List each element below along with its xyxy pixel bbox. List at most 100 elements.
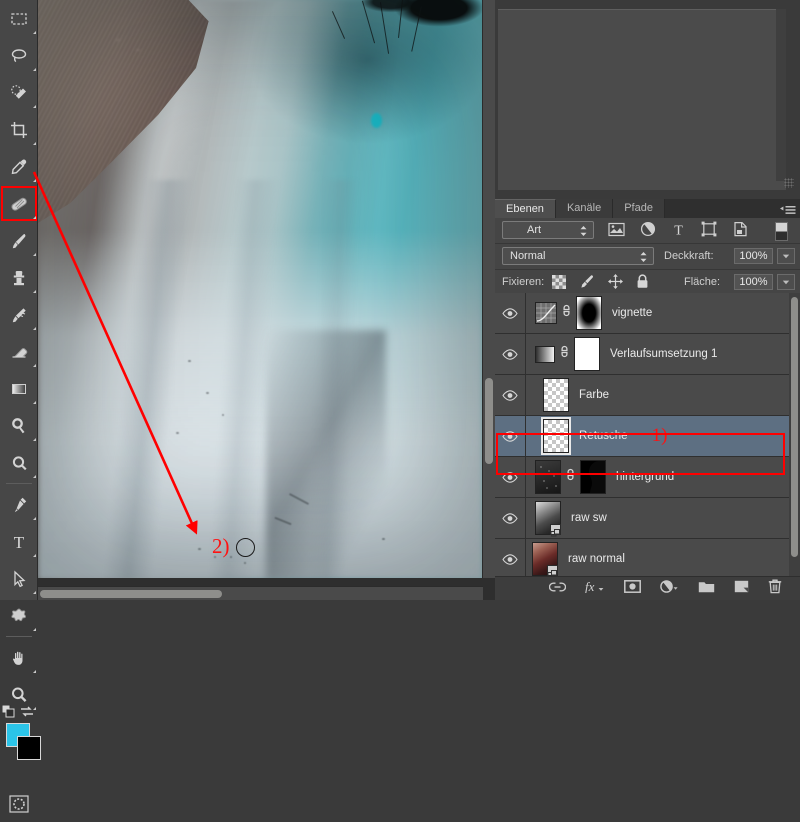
clone-stamp-tool[interactable] <box>0 259 38 296</box>
rectangular-marquee-tool[interactable] <box>0 0 38 37</box>
lock-image-icon[interactable] <box>579 274 595 294</box>
smart-object-filter-icon[interactable] <box>732 221 748 242</box>
history-brush-tool[interactable] <box>0 296 38 333</box>
layer-style-fx-icon[interactable]: fx <box>585 579 605 598</box>
layer-visibility-toggle[interactable] <box>495 416 526 456</box>
svg-text:T: T <box>674 224 683 238</box>
blur-tool[interactable] <box>0 444 38 481</box>
layer-visibility-toggle[interactable] <box>495 375 526 415</box>
panel-tab-strip: Ebenen Kanäle Pfade <box>495 199 800 218</box>
add-layer-mask-icon[interactable] <box>624 579 641 598</box>
curves-adjustment-thumbnail[interactable] <box>535 302 557 324</box>
adjustment-layer-filter-icon[interactable] <box>640 221 656 242</box>
collapsed-upper-panel[interactable] <box>495 0 800 196</box>
layer-thumbnails[interactable] <box>535 296 602 330</box>
swap-colors-icon[interactable] <box>20 705 34 723</box>
eraser-tool[interactable] <box>0 333 38 370</box>
link-layers-icon[interactable] <box>548 580 567 598</box>
table-row-selected[interactable]: Retusche 1) <box>495 416 800 457</box>
layer-thumbnails[interactable] <box>541 417 571 455</box>
delete-layer-icon[interactable] <box>768 579 782 599</box>
crop-tool[interactable] <box>0 111 38 148</box>
opacity-value[interactable]: 100% <box>734 248 773 264</box>
photo-bw-smartobject-thumbnail[interactable] <box>535 501 561 537</box>
document-image[interactable] <box>38 0 483 578</box>
black-gradient-mask-thumbnail[interactable] <box>576 296 602 330</box>
canvas-vertical-scrollbar[interactable] <box>482 0 495 578</box>
filter-enable-toggle[interactable] <box>775 222 788 241</box>
layer-visibility-toggle[interactable] <box>495 457 526 497</box>
layer-thumbnails[interactable] <box>535 337 600 371</box>
lock-position-icon[interactable] <box>608 274 623 294</box>
new-group-icon[interactable] <box>698 580 715 598</box>
layers-scrollbar[interactable] <box>789 293 800 576</box>
blend-mode-select[interactable]: Normal <box>502 247 654 265</box>
canvas-horizontal-scroll-thumb[interactable] <box>40 590 222 598</box>
quick-selection-tool[interactable] <box>0 74 38 111</box>
table-row[interactable]: vignette <box>495 293 800 334</box>
link-mask-icon[interactable] <box>565 467 576 487</box>
type-tool[interactable]: T <box>0 523 38 560</box>
dodge-tool[interactable] <box>0 407 38 444</box>
layer-thumbnails[interactable] <box>543 378 569 412</box>
layer-thumbnails[interactable] <box>535 501 561 537</box>
layer-list[interactable]: vignette Verlaufsumsetzung 1 Farbe Retus… <box>495 293 800 576</box>
layer-visibility-toggle[interactable] <box>495 334 526 374</box>
layer-thumbnails[interactable] <box>532 542 558 576</box>
quick-mask-toggle[interactable] <box>0 785 38 822</box>
transparent-pixels-thumbnail[interactable] <box>543 378 569 412</box>
photo-color-smartobject-thumbnail[interactable] <box>532 542 558 576</box>
shape-layer-filter-icon[interactable] <box>701 221 717 242</box>
opacity-dropdown-button[interactable] <box>777 248 795 264</box>
canvas-horizontal-scrollbar[interactable] <box>38 586 483 600</box>
photo-dark-thumbnail[interactable] <box>535 460 561 494</box>
brush-tool[interactable] <box>0 222 38 259</box>
lock-transparency-icon[interactable] <box>552 274 566 294</box>
gradient-map-thumbnail[interactable] <box>535 345 555 363</box>
path-selection-tool[interactable] <box>0 560 38 597</box>
canvas-vertical-scroll-thumb[interactable] <box>485 378 493 464</box>
fill-label: Fläche: <box>684 276 721 288</box>
black-silhouette-mask-thumbnail[interactable] <box>580 460 606 494</box>
upper-panel-scrollbar[interactable] <box>776 9 786 181</box>
eyedropper-tool[interactable] <box>0 148 38 185</box>
tool-divider-2 <box>6 636 32 637</box>
layer-visibility-toggle[interactable] <box>495 498 526 538</box>
white-mask-thumbnail[interactable] <box>574 337 600 371</box>
layers-scroll-thumb[interactable] <box>791 297 798 557</box>
tab-kanaele[interactable]: Kanäle <box>555 199 614 218</box>
table-row[interactable]: raw normal <box>495 539 800 576</box>
link-mask-icon[interactable] <box>561 303 572 323</box>
table-row[interactable]: raw sw <box>495 498 800 539</box>
transparent-pixels-thumbnail[interactable] <box>541 417 571 455</box>
healing-brush-tool[interactable] <box>0 185 38 222</box>
pixel-layer-filter-icon[interactable] <box>608 222 625 242</box>
pen-tool[interactable] <box>0 486 38 523</box>
background-color-swatch[interactable] <box>17 736 41 760</box>
fill-value[interactable]: 100% <box>734 274 773 290</box>
lasso-tool[interactable] <box>0 37 38 74</box>
table-row[interactable]: Farbe <box>495 375 800 416</box>
gradient-tool[interactable] <box>0 370 38 407</box>
blend-mode-row: Normal Deckkraft: 100% <box>495 244 800 270</box>
resize-grip-icon[interactable] <box>784 178 794 188</box>
table-row[interactable]: Verlaufsumsetzung 1 <box>495 334 800 375</box>
hand-tool[interactable] <box>0 639 38 676</box>
type-layer-filter-icon[interactable]: T <box>671 221 686 242</box>
custom-shape-tool[interactable] <box>0 597 38 634</box>
new-adjustment-layer-icon[interactable] <box>660 579 679 598</box>
default-colors-icon[interactable] <box>1 704 15 723</box>
layer-visibility-toggle[interactable] <box>495 293 526 333</box>
fill-dropdown-button[interactable] <box>777 274 795 290</box>
layer-filter-select[interactable]: Art <box>502 221 594 239</box>
layer-visibility-toggle[interactable] <box>495 539 526 576</box>
svg-text:T: T <box>14 533 25 552</box>
tab-ebenen[interactable]: Ebenen <box>495 199 556 218</box>
lock-all-icon[interactable] <box>636 274 649 294</box>
tab-pfade[interactable]: Pfade <box>613 199 665 218</box>
table-row[interactable]: hintergrund <box>495 457 800 498</box>
document-canvas-area[interactable] <box>38 0 495 600</box>
new-layer-icon[interactable] <box>734 580 749 598</box>
layer-thumbnails[interactable] <box>535 460 606 494</box>
link-mask-icon[interactable] <box>559 344 570 364</box>
